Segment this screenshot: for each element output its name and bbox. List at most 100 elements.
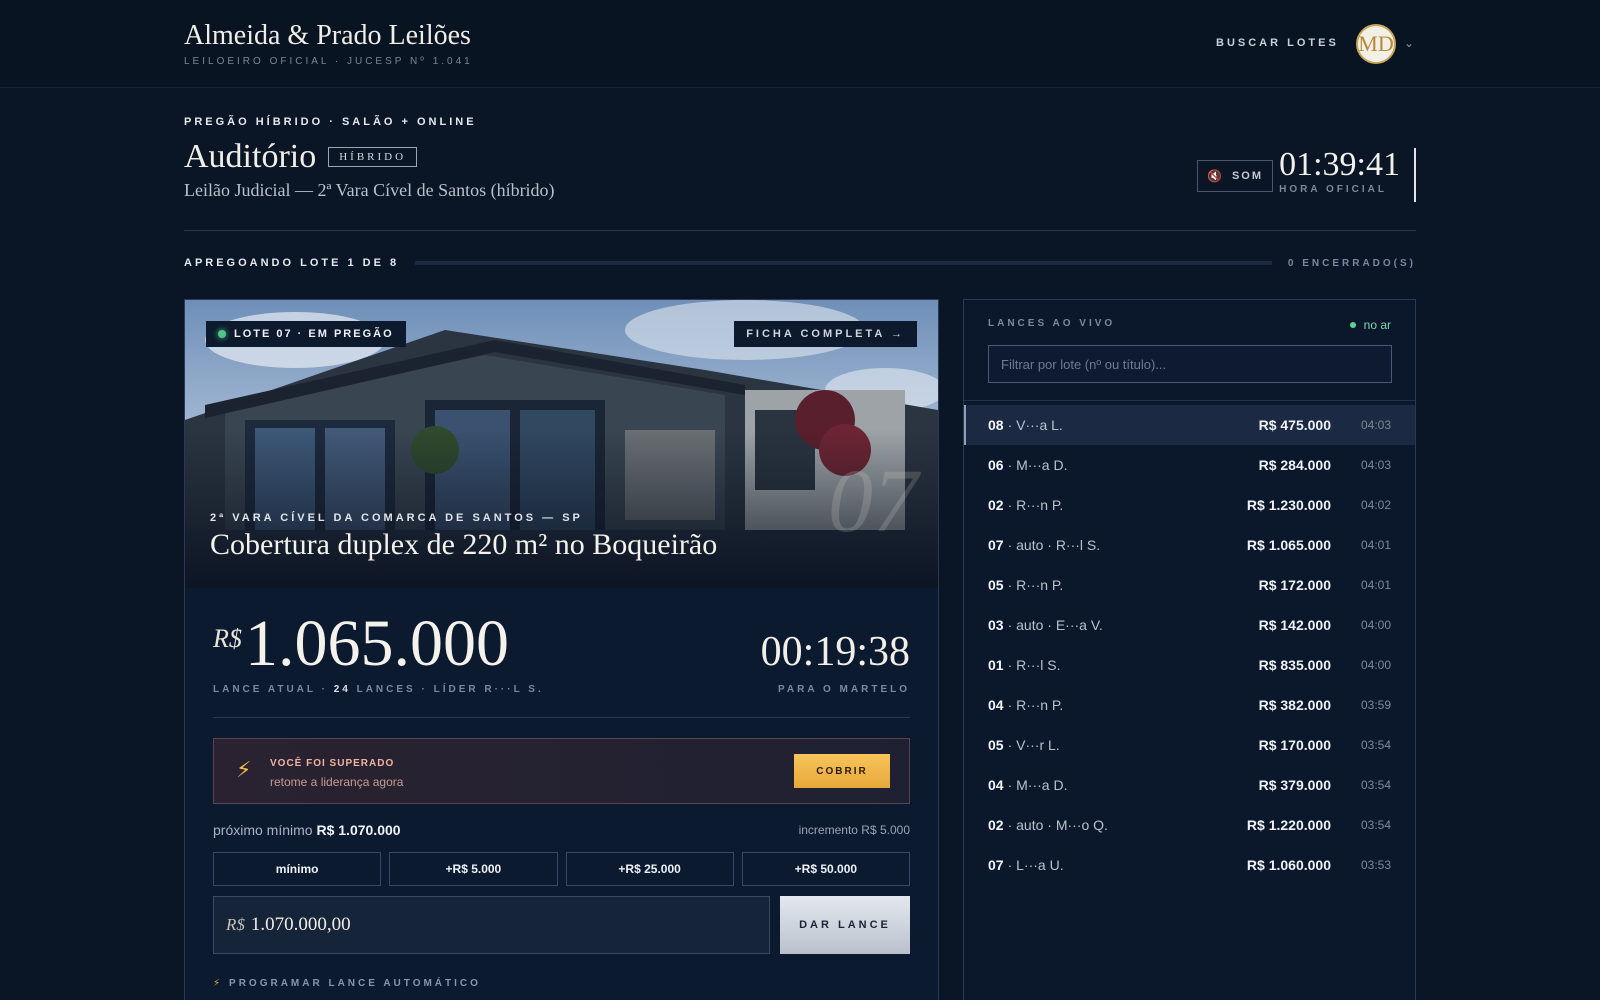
- bid-time: 03:54: [1360, 818, 1391, 832]
- bid-time: 03:59: [1360, 698, 1391, 712]
- bid-lot: 05: [988, 577, 1004, 593]
- bid-row[interactable]: 02 · R···n P. R$ 1.230.000 04:02: [964, 485, 1415, 525]
- auction-eyebrow: PREGÃO HÍBRIDO · SALÃO + ONLINE: [184, 116, 477, 128]
- mute-speaker-icon: 🔇: [1206, 169, 1224, 183]
- bid-count: 24: [333, 684, 351, 695]
- clock-time: 01:39:41: [1279, 146, 1400, 183]
- bid-bidder: · V···r L.: [1007, 737, 1060, 753]
- outbid-title: VOCÊ FOI SUPERADO: [270, 758, 395, 769]
- brand[interactable]: Almeida & Prado Leilões LEILOEIRO OFICIA…: [184, 20, 473, 67]
- sound-toggle-button[interactable]: 🔇 SOM: [1197, 160, 1273, 192]
- bid-input-value: 1.070.000,00: [250, 914, 351, 935]
- auto-bid-label: PROGRAMAR LANCE AUTOMÁTICO: [229, 978, 481, 989]
- bid-bidder: · M···a D.: [1007, 777, 1068, 793]
- room-name: Auditório: [184, 138, 317, 175]
- lot-filter-input[interactable]: [988, 345, 1392, 383]
- bid-time: 04:03: [1360, 458, 1391, 472]
- live-status-label: no ar: [1363, 318, 1391, 332]
- search-lots-link[interactable]: BUSCAR LOTES: [1216, 37, 1339, 49]
- next-minimum: próximo mínimo R$ 1.070.000: [213, 822, 401, 838]
- bid-row[interactable]: 01 · R···l S. R$ 835.000 04:00: [964, 645, 1415, 685]
- top-bar: Almeida & Prado Leilões LEILOEIRO OFICIA…: [0, 0, 1600, 88]
- bid-amount: R$ 382.000: [1258, 697, 1331, 713]
- bid-input-currency: R$: [226, 915, 245, 934]
- bid-amount: R$ 170.000: [1258, 737, 1331, 753]
- bid-lot: 08: [988, 417, 1004, 433]
- live-bids-panel: LANCES AO VIVO no ar 08· V···a L. R$ 475.…: [963, 299, 1416, 1000]
- bid-lot: 07: [988, 857, 1004, 873]
- bid-bidder: · R···n P.: [1007, 577, 1064, 593]
- bid-amount: R$ 172.000: [1258, 577, 1331, 593]
- bid-time: 04:02: [1360, 498, 1391, 512]
- bid-row[interactable]: 05 · V···r L. R$ 170.000 03:54: [964, 725, 1415, 765]
- price-currency: R$: [213, 624, 242, 653]
- chevron-down-icon[interactable]: ⌄: [1404, 36, 1414, 50]
- bid-amount: R$ 1.065.000: [1246, 537, 1331, 553]
- lot-title: Cobertura duplex de 220 m² no Boqueirão: [210, 528, 718, 561]
- bid-row[interactable]: 08 · V···a L. R$ 475.000 04:03: [964, 405, 1415, 445]
- quick-bid-buttons: mínimo +R$ 5.000 +R$ 25.000 +R$ 50.000: [213, 852, 910, 886]
- bid-time: 04:00: [1360, 658, 1391, 672]
- cover-bid-button[interactable]: COBRIR: [794, 754, 890, 788]
- bid-time: 04:00: [1360, 618, 1391, 632]
- official-clock: 01:39:41 HORA OFICIAL: [1279, 146, 1400, 195]
- lightning-icon: ⚡: [236, 757, 252, 782]
- outbid-alert: ⚡ VOCÊ FOI SUPERADO retome a liderança a…: [213, 738, 910, 804]
- bid-area: R$ 1.065.000 LANCE ATUAL · 24 LANCES · L…: [185, 588, 938, 989]
- progress-label: APREGOANDO LOTE 1 DE 8: [184, 257, 400, 269]
- next-minimum-value: R$ 1.070.000: [316, 822, 401, 838]
- auto-bid-link[interactable]: ⚡ PROGRAMAR LANCE AUTOMÁTICO: [213, 978, 910, 989]
- lightning-icon: ⚡: [213, 978, 224, 989]
- bid-lot: 01: [988, 657, 1004, 673]
- bid-lot: 04: [988, 697, 1004, 713]
- bid-amount: R$ 475.000: [1258, 417, 1331, 433]
- bid-amount: R$ 1.060.000: [1246, 857, 1331, 873]
- bid-amount: R$ 142.000: [1258, 617, 1331, 633]
- countdown-label: PARA O MARTELO: [778, 684, 910, 695]
- bid-time: 04:01: [1360, 538, 1391, 552]
- price-meta: LANCE ATUAL · 24 LANCES · LÍDER R···L S.: [213, 684, 544, 695]
- quick-bid-5000-button[interactable]: +R$ 5.000: [389, 852, 558, 886]
- bid-input-row: R$ 1.070.000,00 DAR LANCE: [213, 896, 910, 954]
- bid-bidder: · auto · E···a V.: [1007, 617, 1103, 633]
- bid-amount: R$ 284.000: [1258, 457, 1331, 473]
- bid-amount-input[interactable]: R$ 1.070.000,00: [213, 896, 770, 954]
- bid-row[interactable]: 06 · M···a D. R$ 284.000 04:03: [964, 445, 1415, 485]
- quick-bid-minimum-button[interactable]: mínimo: [213, 852, 382, 886]
- bid-lot: 05: [988, 737, 1004, 753]
- bid-amount: R$ 1.230.000: [1246, 497, 1331, 513]
- live-bids-header: LANCES AO VIVO no ar: [964, 300, 1415, 401]
- lot-status-label: LOTE 07 · EM PREGÃO: [234, 328, 394, 340]
- bid-time: 04:03: [1360, 418, 1391, 432]
- bid-amount: R$ 379.000: [1258, 777, 1331, 793]
- hybrid-badge: HÍBRIDO: [328, 147, 418, 167]
- bid-amount: R$ 1.220.000: [1246, 817, 1331, 833]
- bid-bidder: · L···a U.: [1007, 857, 1064, 873]
- avatar[interactable]: MD: [1356, 24, 1396, 64]
- lot-photo: LOTE 07 · EM PREGÃO FICHA COMPLETA → 07 …: [185, 300, 938, 588]
- lot-progress: APREGOANDO LOTE 1 DE 8 0 ENCERRADO(S): [184, 256, 1416, 270]
- bid-bidder: · auto · M···o Q.: [1007, 817, 1108, 833]
- bid-row[interactable]: 02 · auto · M···o Q. R$ 1.220.000 03:54: [964, 805, 1415, 845]
- hammer-countdown: 00:19:38: [760, 629, 910, 675]
- brand-subtitle: LEILOEIRO OFICIAL · JUCESP Nº 1.041: [184, 56, 473, 67]
- bid-row[interactable]: 07 · L···a U. R$ 1.060.000 03:53: [964, 845, 1415, 885]
- full-sheet-button[interactable]: FICHA COMPLETA →: [734, 321, 917, 347]
- clock-label: HORA OFICIAL: [1279, 184, 1387, 195]
- bid-row[interactable]: 07 · auto · R···l S. R$ 1.065.000 04:01: [964, 525, 1415, 565]
- bid-bidder: · R···n P.: [1007, 697, 1064, 713]
- bid-lot: 03: [988, 617, 1004, 633]
- quick-bid-50000-button[interactable]: +R$ 50.000: [741, 852, 910, 886]
- bid-row[interactable]: 05 · R···n P. R$ 172.000 04:01: [964, 565, 1415, 605]
- closed-count: 0 ENCERRADO(S): [1287, 257, 1416, 269]
- bid-row[interactable]: 03 · auto · E···a V. R$ 142.000 04:00: [964, 605, 1415, 645]
- bid-time: 03:54: [1360, 778, 1391, 792]
- bid-row[interactable]: 04 · M···a D. R$ 379.000 03:54: [964, 765, 1415, 805]
- bid-lot: 04: [988, 777, 1004, 793]
- bid-time: 03:54: [1360, 738, 1391, 752]
- bid-lot: 02: [988, 817, 1004, 833]
- bid-row[interactable]: 04 · R···n P. R$ 382.000 03:59: [964, 685, 1415, 725]
- place-bid-button[interactable]: DAR LANCE: [780, 896, 910, 954]
- quick-bid-25000-button[interactable]: +R$ 25.000: [565, 852, 734, 886]
- bid-bidder: · auto · R···l S.: [1007, 537, 1101, 553]
